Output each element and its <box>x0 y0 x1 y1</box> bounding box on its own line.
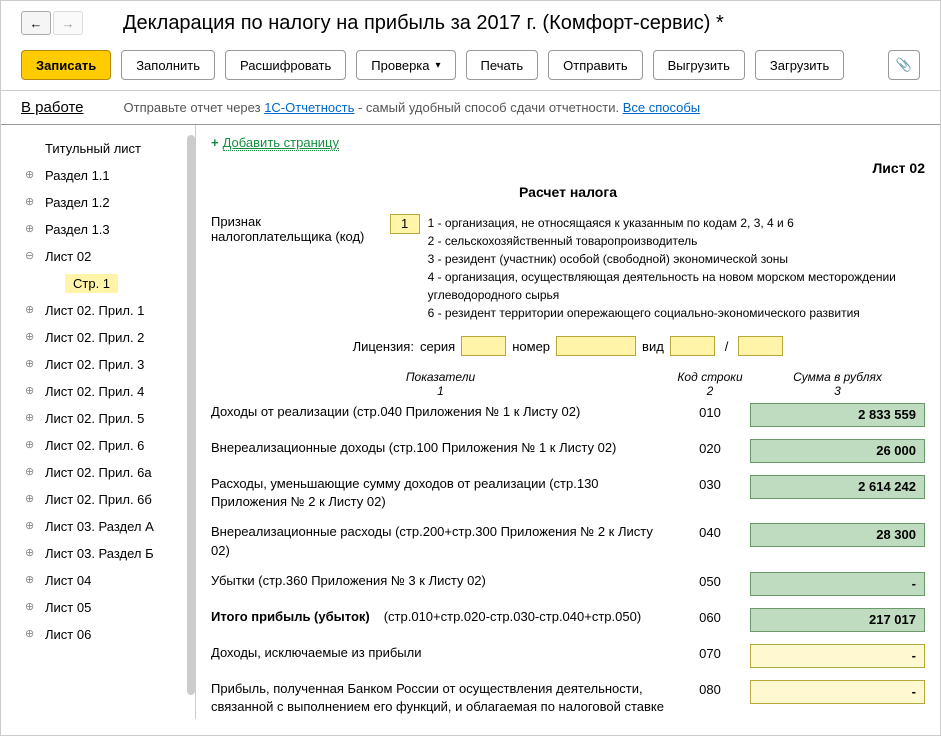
all-methods-link[interactable]: Все способы <box>623 100 700 115</box>
print-button[interactable]: Печать <box>466 50 539 80</box>
row-code: 060 <box>680 608 740 625</box>
taxpayer-row: Признак налогоплательщика (код) 1 1 - ор… <box>211 214 925 322</box>
license-type-label: вид <box>642 339 664 354</box>
row-value-field[interactable]: 26 000 <box>750 439 925 463</box>
data-row-010: Доходы от реализации (стр.040 Приложения… <box>211 403 925 427</box>
row-label: Внереализационные доходы (стр.100 Прилож… <box>211 439 670 457</box>
col-header-code: Код строки2 <box>670 370 750 398</box>
sidebar: Титульный листРаздел 1.1Раздел 1.2Раздел… <box>1 125 196 719</box>
sidebar-item-5[interactable]: Стр. 1 <box>1 270 195 297</box>
sidebar-item-0[interactable]: Титульный лист <box>1 135 195 162</box>
sidebar-item-8[interactable]: Лист 02. Прил. 3 <box>1 351 195 378</box>
license-series-field[interactable] <box>461 336 506 356</box>
sidebar-item-7[interactable]: Лист 02. Прил. 2 <box>1 324 195 351</box>
license-type2-field[interactable] <box>738 336 783 356</box>
attach-button[interactable]: 📎 <box>888 50 920 80</box>
data-row-050: Убытки (стр.360 Приложения № 3 к Листу 0… <box>211 572 925 596</box>
send-button[interactable]: Отправить <box>548 50 642 80</box>
row-value-field[interactable]: - <box>750 572 925 596</box>
sidebar-item-17[interactable]: Лист 05 <box>1 594 195 621</box>
row-label: Доходы от реализации (стр.040 Приложения… <box>211 403 670 421</box>
license-number-label: номер <box>512 339 550 354</box>
row-code: 070 <box>680 644 740 661</box>
back-button[interactable]: ← <box>21 11 51 35</box>
data-row-030: Расходы, уменьшающие сумму доходов от ре… <box>211 475 925 511</box>
forward-button[interactable]: → <box>53 11 83 35</box>
sidebar-item-2[interactable]: Раздел 1.2 <box>1 189 195 216</box>
col-header-indicator: Показатели1 <box>211 370 670 398</box>
info-bar: В работе Отправьте отчет через 1С-Отчетн… <box>1 90 940 125</box>
row-value-field[interactable]: 217 017 <box>750 608 925 632</box>
write-button[interactable]: Записать <box>21 50 111 80</box>
nav-buttons: ← → <box>21 11 83 35</box>
main-area: Титульный листРаздел 1.1Раздел 1.2Раздел… <box>1 125 940 719</box>
sidebar-item-4[interactable]: Лист 02 <box>1 243 195 270</box>
import-button[interactable]: Загрузить <box>755 50 844 80</box>
page-title: Декларация по налогу на прибыль за 2017 … <box>123 12 724 35</box>
row-value-field[interactable]: - <box>750 680 925 704</box>
sidebar-item-11[interactable]: Лист 02. Прил. 6 <box>1 432 195 459</box>
sidebar-item-12[interactable]: Лист 02. Прил. 6а <box>1 459 195 486</box>
data-row-020: Внереализационные доходы (стр.100 Прилож… <box>211 439 925 463</box>
row-code: 080 <box>680 680 740 697</box>
row-code: 030 <box>680 475 740 492</box>
taxpayer-label: Признак налогоплательщика (код) <box>211 214 382 244</box>
license-series-label: серия <box>420 339 455 354</box>
export-button[interactable]: Выгрузить <box>653 50 745 80</box>
paperclip-icon: 📎 <box>896 57 912 73</box>
sidebar-item-15[interactable]: Лист 03. Раздел Б <box>1 540 195 567</box>
sidebar-item-13[interactable]: Лист 02. Прил. 6б <box>1 486 195 513</box>
taxpayer-code-field[interactable]: 1 <box>390 214 420 234</box>
decrypt-button[interactable]: Расшифровать <box>225 50 346 80</box>
sidebar-item-18[interactable]: Лист 06 <box>1 621 195 648</box>
fill-button[interactable]: Заполнить <box>121 50 215 80</box>
data-rows: Доходы от реализации (стр.040 Приложения… <box>211 403 925 719</box>
taxpayer-notes: 1 - организация, не относящаяся к указан… <box>428 214 925 322</box>
plus-icon: + <box>211 135 219 150</box>
check-button[interactable]: Проверка <box>356 50 455 80</box>
license-row: Лицензия: серия номер вид / <box>211 336 925 356</box>
sidebar-item-10[interactable]: Лист 02. Прил. 5 <box>1 405 195 432</box>
license-sep: / <box>725 339 729 354</box>
sidebar-item-9[interactable]: Лист 02. Прил. 4 <box>1 378 195 405</box>
content: +Добавить страницу Лист 02 Расчет налога… <box>196 125 940 719</box>
sheet-label: Лист 02 <box>211 160 925 176</box>
sidebar-item-1[interactable]: Раздел 1.1 <box>1 162 195 189</box>
sidebar-item-3[interactable]: Раздел 1.3 <box>1 216 195 243</box>
row-code: 010 <box>680 403 740 420</box>
row-value-field[interactable]: 2 614 242 <box>750 475 925 499</box>
row-code: 020 <box>680 439 740 456</box>
row-label: Прибыль, полученная Банком России от осу… <box>211 680 670 719</box>
sidebar-item-14[interactable]: Лист 03. Раздел А <box>1 513 195 540</box>
col-header-sum: Сумма в рублях3 <box>750 370 925 398</box>
row-value-field[interactable]: 2 833 559 <box>750 403 925 427</box>
row-label: Убытки (стр.360 Приложения № 3 к Листу 0… <box>211 572 670 590</box>
column-headers: Показатели1 Код строки2 Сумма в рублях3 <box>211 370 925 398</box>
data-row-080: Прибыль, полученная Банком России от осу… <box>211 680 925 719</box>
row-value-field[interactable]: - <box>750 644 925 668</box>
license-type-field[interactable] <box>670 336 715 356</box>
data-row-060: Итого прибыль (убыток)(стр.010+стр.020-с… <box>211 608 925 632</box>
data-row-070: Доходы, исключаемые из прибыли 070- <box>211 644 925 668</box>
row-label: Итого прибыль (убыток)(стр.010+стр.020-с… <box>211 608 670 626</box>
sidebar-item-16[interactable]: Лист 04 <box>1 567 195 594</box>
row-code: 050 <box>680 572 740 589</box>
sidebar-item-6[interactable]: Лист 02. Прил. 1 <box>1 297 195 324</box>
row-label: Расходы, уменьшающие сумму доходов от ре… <box>211 475 670 511</box>
license-number-field[interactable] <box>556 336 636 356</box>
row-code: 040 <box>680 523 740 540</box>
info-message: Отправьте отчет через 1С-Отчетность - са… <box>124 100 701 115</box>
header: ← → Декларация по налогу на прибыль за 2… <box>1 1 940 45</box>
toolbar: Записать Заполнить Расшифровать Проверка… <box>1 45 940 90</box>
row-label: Внереализационные расходы (стр.200+стр.3… <box>211 523 670 559</box>
row-label: Доходы, исключаемые из прибыли <box>211 644 670 662</box>
status-label[interactable]: В работе <box>21 99 84 116</box>
reporting-link[interactable]: 1С-Отчетность <box>264 100 354 115</box>
section-title: Расчет налога <box>211 184 925 200</box>
license-label: Лицензия: <box>353 339 414 354</box>
add-page-link[interactable]: +Добавить страницу <box>211 135 925 150</box>
row-value-field[interactable]: 28 300 <box>750 523 925 547</box>
data-row-040: Внереализационные расходы (стр.200+стр.3… <box>211 523 925 559</box>
